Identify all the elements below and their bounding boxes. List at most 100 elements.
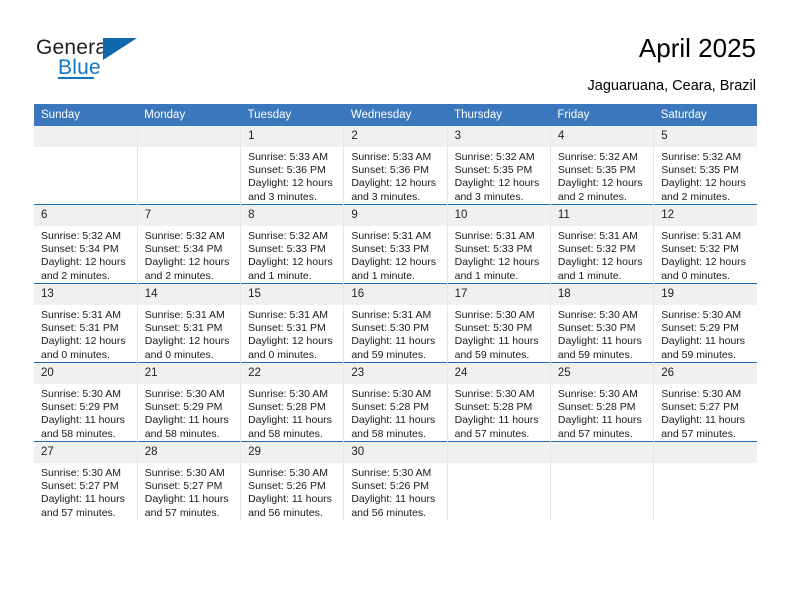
sunrise-text: Sunrise: 5:30 AM: [557, 388, 638, 400]
sunset-text: Sunset: 5:29 PM: [661, 322, 739, 335]
day-cell[interactable]: 3 Sunrise: 5:32 AM Sunset: 5:35 PM Dayli…: [446, 126, 551, 205]
daylight-text: Daylight: 11 hours and 59 minutes.: [351, 335, 436, 361]
weekday-header-row: Sunday Monday Tuesday Wednesday Thursday…: [34, 104, 757, 126]
daylight-text: Daylight: 12 hours and 3 minutes.: [248, 177, 333, 203]
day-number: [34, 126, 137, 147]
day-cell[interactable]: 11 Sunrise: 5:31 AM Sunset: 5:32 PM Dayl…: [549, 204, 654, 284]
daylight-text: Daylight: 11 hours and 56 minutes.: [248, 493, 332, 519]
daylight-text: Daylight: 11 hours and 57 minutes.: [454, 414, 539, 440]
day-info: [551, 463, 653, 467]
sunset-text: Sunset: 5:30 PM: [454, 322, 533, 335]
day-cell[interactable]: [446, 441, 551, 520]
day-cell[interactable]: 4 Sunrise: 5:32 AM Sunset: 5:35 PM Dayli…: [549, 126, 654, 205]
day-info: Sunrise: 5:31 AM Sunset: 5:31 PM Dayligh…: [241, 305, 343, 362]
day-info: Sunrise: 5:31 AM Sunset: 5:33 PM Dayligh…: [344, 226, 446, 283]
day-cell[interactable]: 16 Sunrise: 5:31 AM Sunset: 5:30 PM Dayl…: [343, 283, 448, 363]
day-cell[interactable]: 26 Sunrise: 5:30 AM Sunset: 5:27 PM Dayl…: [653, 362, 757, 442]
day-cell[interactable]: 24 Sunrise: 5:30 AM Sunset: 5:28 PM Dayl…: [446, 362, 551, 442]
sunset-text: Sunset: 5:26 PM: [351, 480, 429, 493]
sunrise-text: Sunrise: 5:30 AM: [41, 388, 121, 400]
day-info: Sunrise: 5:31 AM Sunset: 5:33 PM Dayligh…: [448, 226, 550, 283]
day-cell[interactable]: 10 Sunrise: 5:31 AM Sunset: 5:33 PM Dayl…: [446, 204, 551, 284]
daylight-text: Daylight: 12 hours and 2 minutes.: [144, 256, 230, 282]
day-info: Sunrise: 5:32 AM Sunset: 5:35 PM Dayligh…: [654, 147, 757, 204]
day-cell[interactable]: 9 Sunrise: 5:31 AM Sunset: 5:33 PM Dayli…: [343, 204, 448, 284]
day-cell[interactable]: 18 Sunrise: 5:30 AM Sunset: 5:30 PM Dayl…: [549, 283, 654, 363]
day-info: Sunrise: 5:32 AM Sunset: 5:33 PM Dayligh…: [241, 226, 343, 283]
sunset-text: Sunset: 5:31 PM: [248, 322, 326, 335]
day-info: Sunrise: 5:32 AM Sunset: 5:35 PM Dayligh…: [551, 147, 653, 204]
sunrise-text: Sunrise: 5:30 AM: [454, 309, 535, 321]
day-cell[interactable]: 13 Sunrise: 5:31 AM Sunset: 5:31 PM Dayl…: [34, 283, 138, 363]
daylight-text: Daylight: 11 hours and 57 minutes.: [557, 414, 642, 440]
day-cell[interactable]: 6 Sunrise: 5:32 AM Sunset: 5:34 PM Dayli…: [34, 204, 138, 284]
page-title: April 2025: [638, 33, 756, 63]
day-cell[interactable]: 23 Sunrise: 5:30 AM Sunset: 5:28 PM Dayl…: [343, 362, 448, 442]
day-cell[interactable]: [549, 441, 654, 520]
day-cell[interactable]: [653, 441, 757, 520]
sunset-text: Sunset: 5:36 PM: [248, 164, 326, 177]
day-cell[interactable]: 12 Sunrise: 5:31 AM Sunset: 5:32 PM Dayl…: [653, 204, 757, 284]
day-cell[interactable]: 21 Sunrise: 5:30 AM Sunset: 5:29 PM Dayl…: [136, 362, 241, 442]
day-cell[interactable]: 7 Sunrise: 5:32 AM Sunset: 5:34 PM Dayli…: [136, 204, 241, 284]
day-cell[interactable]: 22 Sunrise: 5:30 AM Sunset: 5:28 PM Dayl…: [240, 362, 344, 442]
daylight-text: Daylight: 11 hours and 58 minutes.: [248, 414, 332, 440]
day-number: 13: [34, 284, 137, 305]
general-blue-logo: General Blue: [36, 36, 166, 82]
sunset-text: Sunset: 5:35 PM: [557, 164, 636, 177]
sunrise-text: Sunrise: 5:32 AM: [144, 230, 225, 242]
day-number: 14: [137, 284, 241, 305]
day-info: [448, 463, 550, 467]
weekday-header-tuesday: Tuesday: [240, 104, 344, 126]
day-number: 19: [654, 284, 757, 305]
day-info: Sunrise: 5:30 AM Sunset: 5:29 PM Dayligh…: [654, 305, 757, 362]
sunset-text: Sunset: 5:27 PM: [661, 401, 739, 414]
day-cell[interactable]: 25 Sunrise: 5:30 AM Sunset: 5:28 PM Dayl…: [549, 362, 654, 442]
day-number: 7: [137, 205, 241, 226]
day-number: [550, 442, 654, 463]
day-cell[interactable]: 20 Sunrise: 5:30 AM Sunset: 5:29 PM Dayl…: [34, 362, 138, 442]
sunset-text: Sunset: 5:28 PM: [454, 401, 533, 414]
daylight-text: Daylight: 11 hours and 58 minutes.: [144, 414, 229, 440]
daylight-text: Daylight: 12 hours and 3 minutes.: [454, 177, 540, 203]
sunrise-text: Sunrise: 5:31 AM: [351, 230, 432, 242]
daylight-text: Daylight: 12 hours and 2 minutes.: [41, 256, 126, 282]
day-cell[interactable]: 2 Sunrise: 5:33 AM Sunset: 5:36 PM Dayli…: [343, 126, 448, 205]
day-cell[interactable]: 5 Sunrise: 5:32 AM Sunset: 5:35 PM Dayli…: [653, 126, 757, 205]
day-number: 23: [344, 363, 447, 384]
day-info: Sunrise: 5:31 AM Sunset: 5:31 PM Dayligh…: [138, 305, 240, 362]
day-info: Sunrise: 5:30 AM Sunset: 5:26 PM Dayligh…: [241, 463, 343, 520]
day-cell[interactable]: 1 Sunrise: 5:33 AM Sunset: 5:36 PM Dayli…: [240, 126, 344, 205]
sunrise-text: Sunrise: 5:31 AM: [144, 309, 225, 321]
sunset-text: Sunset: 5:33 PM: [248, 243, 326, 256]
sunrise-text: Sunrise: 5:30 AM: [661, 309, 742, 321]
day-cell[interactable]: 28 Sunrise: 5:30 AM Sunset: 5:27 PM Dayl…: [136, 441, 241, 520]
day-cell[interactable]: 30 Sunrise: 5:30 AM Sunset: 5:26 PM Dayl…: [343, 441, 448, 520]
day-number: 24: [447, 363, 550, 384]
day-cell[interactable]: 14 Sunrise: 5:31 AM Sunset: 5:31 PM Dayl…: [136, 283, 241, 363]
day-cell[interactable]: [136, 126, 241, 205]
day-cell[interactable]: 17 Sunrise: 5:30 AM Sunset: 5:30 PM Dayl…: [446, 283, 551, 363]
sunrise-text: Sunrise: 5:30 AM: [144, 467, 225, 479]
day-number: 2: [344, 126, 447, 147]
day-cell[interactable]: 27 Sunrise: 5:30 AM Sunset: 5:27 PM Dayl…: [34, 441, 138, 520]
day-number: 22: [241, 363, 344, 384]
sunrise-text: Sunrise: 5:30 AM: [248, 467, 329, 479]
day-number: 11: [550, 205, 654, 226]
calendar-page: General Blue April 2025 Jaguaruana, Cear…: [0, 0, 792, 612]
day-cell[interactable]: 29 Sunrise: 5:30 AM Sunset: 5:26 PM Dayl…: [240, 441, 344, 520]
day-cell[interactable]: [34, 126, 138, 205]
day-info: Sunrise: 5:30 AM Sunset: 5:27 PM Dayligh…: [34, 463, 137, 520]
day-info: Sunrise: 5:32 AM Sunset: 5:34 PM Dayligh…: [138, 226, 240, 283]
day-info: Sunrise: 5:30 AM Sunset: 5:29 PM Dayligh…: [138, 384, 240, 441]
day-number: 28: [137, 442, 241, 463]
sunrise-text: Sunrise: 5:33 AM: [248, 151, 329, 163]
day-number: 5: [654, 126, 757, 147]
sunrise-text: Sunrise: 5:30 AM: [351, 388, 432, 400]
day-cell[interactable]: 19 Sunrise: 5:30 AM Sunset: 5:29 PM Dayl…: [653, 283, 757, 363]
day-number: 4: [550, 126, 654, 147]
day-cell[interactable]: 8 Sunrise: 5:32 AM Sunset: 5:33 PM Dayli…: [240, 204, 344, 284]
day-cell[interactable]: 15 Sunrise: 5:31 AM Sunset: 5:31 PM Dayl…: [240, 283, 344, 363]
daylight-text: Daylight: 12 hours and 0 minutes.: [661, 256, 746, 282]
day-number: [654, 442, 757, 463]
